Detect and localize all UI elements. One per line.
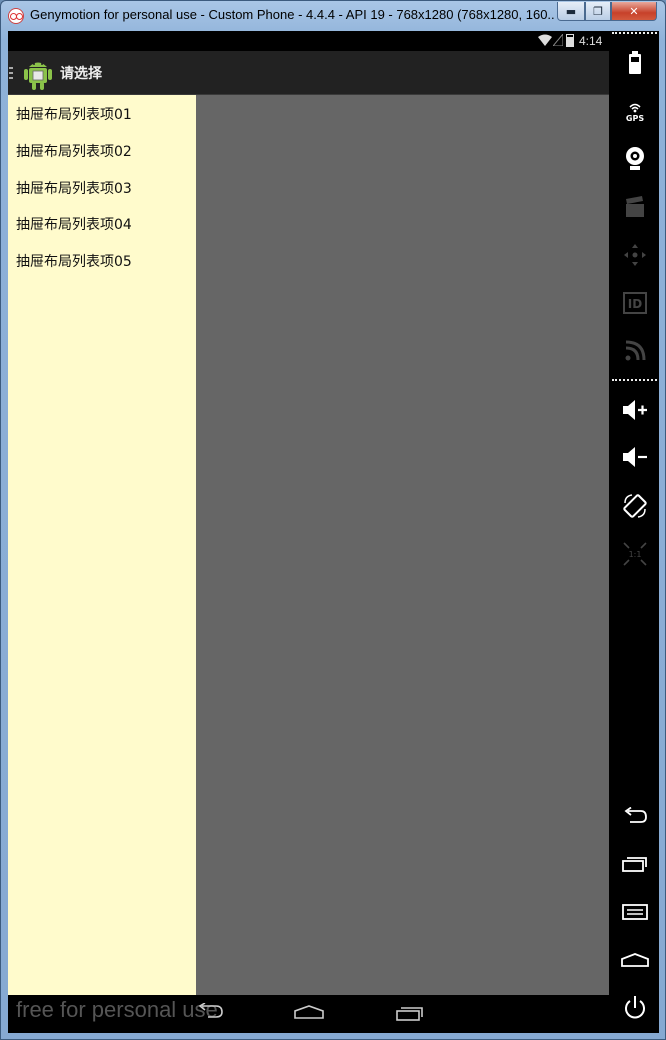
- dpad-icon: [623, 244, 646, 266]
- emulator-area: 4:14 请选择 抽屉布局列表项01 抽屉布局列表项02 抽屉布局列表项03 抽…: [8, 31, 659, 1033]
- pixel-perfect-label: 1:1: [628, 550, 641, 559]
- back-tool-button[interactable]: [610, 796, 659, 836]
- action-bar-title: 请选择: [60, 66, 102, 82]
- toolbar-divider: [612, 379, 657, 381]
- signal-icon: [553, 34, 563, 46]
- status-bar: 4:14: [8, 31, 609, 51]
- window-title: Genymotion for personal use - Custom Pho…: [30, 7, 555, 22]
- phone-screen: 4:14 请选择 抽屉布局列表项01 抽屉布局列表项02 抽屉布局列表项03 抽…: [8, 31, 609, 1025]
- close-button[interactable]: ✕: [611, 2, 657, 21]
- power-icon: [624, 996, 645, 1019]
- webcam-icon: [625, 147, 644, 170]
- status-time: 4:14: [579, 34, 603, 48]
- gps-label: GPS: [625, 114, 643, 123]
- volume-up-button[interactable]: [610, 390, 659, 430]
- pixel-perfect-icon: 1:1: [622, 542, 647, 566]
- window-titlebar[interactable]: Genymotion for personal use - Custom Pho…: [1, 1, 665, 31]
- android-logo-icon[interactable]: [22, 57, 54, 91]
- drawer-list-item[interactable]: 抽屉布局列表项05: [8, 243, 196, 280]
- pixel-perfect-button[interactable]: 1:1: [610, 534, 659, 574]
- battery-tool-button[interactable]: [610, 43, 659, 83]
- gps-icon: GPS: [625, 103, 644, 123]
- volume-down-button[interactable]: [610, 437, 659, 477]
- home-icon[interactable]: [294, 1005, 324, 1019]
- wifi-icon: [538, 34, 552, 46]
- menu-tool-button[interactable]: [610, 892, 659, 932]
- device-id-tool-button[interactable]: ID: [610, 283, 659, 323]
- minimize-button[interactable]: ▬: [557, 2, 585, 21]
- battery-tool-icon: [628, 51, 641, 74]
- power-tool-button[interactable]: [610, 988, 659, 1028]
- screencast-tool-button[interactable]: [610, 187, 659, 227]
- webcam-tool-button[interactable]: [610, 139, 659, 179]
- recent-apps-tool-icon: [621, 857, 647, 872]
- drawer-indicator-icon[interactable]: [9, 67, 13, 79]
- navigation-drawer: 抽屉布局列表项01 抽屉布局列表项02 抽屉布局列表项03 抽屉布局列表项04 …: [8, 95, 196, 995]
- menu-tool-icon: [621, 904, 648, 920]
- recent-apps-tool-button[interactable]: [610, 844, 659, 884]
- toolbar-divider: [612, 32, 657, 34]
- home-tool-icon: [620, 953, 649, 967]
- network-tool-button[interactable]: [610, 331, 659, 371]
- maximize-button[interactable]: ❐: [585, 2, 611, 21]
- main-content[interactable]: 抽屉布局列表项01 抽屉布局列表项02 抽屉布局列表项03 抽屉布局列表项04 …: [8, 95, 609, 995]
- drawer-list-item[interactable]: 抽屉布局列表项02: [8, 133, 196, 170]
- rotate-button[interactable]: [610, 486, 659, 526]
- drawer-list-item[interactable]: 抽屉布局列表项03: [8, 169, 196, 206]
- genymotion-toolbar: GPS ID 1:1: [610, 31, 659, 1033]
- drawer-list-item[interactable]: 抽屉布局列表项01: [8, 96, 196, 133]
- clapperboard-icon: [625, 196, 644, 217]
- gps-tool-button[interactable]: GPS: [610, 91, 659, 131]
- back-tool-icon: [623, 807, 647, 823]
- recent-apps-icon[interactable]: [396, 1005, 424, 1021]
- rss-icon: [625, 340, 645, 361]
- action-bar: 请选择: [8, 51, 609, 95]
- volume-up-icon: [622, 400, 647, 420]
- navigation-bar: free for personal use: [8, 995, 609, 1025]
- rotate-icon: [622, 494, 647, 518]
- id-icon: ID: [622, 292, 647, 314]
- genymotion-logo-icon: [8, 8, 24, 24]
- battery-icon: [566, 34, 574, 47]
- watermark-text: free for personal use: [16, 997, 218, 1022]
- remote-control-tool-button[interactable]: [610, 235, 659, 275]
- back-icon[interactable]: [196, 1003, 224, 1019]
- drawer-list-item[interactable]: 抽屉布局列表项04: [8, 206, 196, 243]
- id-label: ID: [627, 297, 641, 311]
- volume-down-icon: [622, 447, 647, 467]
- genymotion-window: Genymotion for personal use - Custom Pho…: [0, 0, 666, 1040]
- home-tool-button[interactable]: [610, 940, 659, 980]
